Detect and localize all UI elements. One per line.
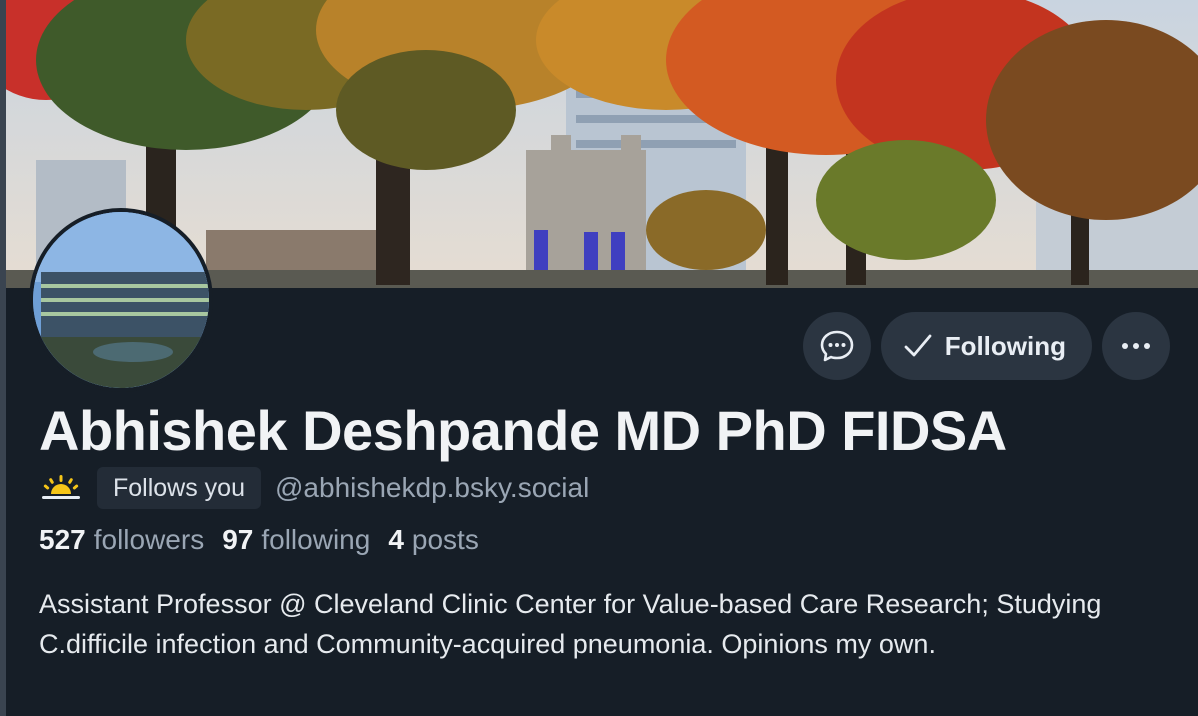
- followers-label: followers: [93, 524, 205, 555]
- check-icon: [903, 333, 933, 359]
- more-options-button[interactable]: [1102, 312, 1170, 380]
- message-button[interactable]: [802, 312, 871, 380]
- profile-meta-row: Follows you @abhishekdp.bsky.social: [39, 467, 589, 509]
- posts-stat: 4 posts: [388, 524, 479, 556]
- ellipsis-icon: [1122, 343, 1150, 349]
- following-button[interactable]: Following: [880, 312, 1092, 380]
- chat-bubble-icon: [820, 330, 853, 362]
- profile-actions: Following: [802, 312, 1170, 380]
- profile-bio: Assistant Professor @ Cleveland Clinic C…: [39, 589, 1102, 659]
- display-name: Abhishek Deshpande MD PhD FIDSA: [39, 399, 1007, 462]
- posts-label: posts: [411, 524, 479, 555]
- follows-you-badge: Follows you: [97, 467, 261, 509]
- following-stat[interactable]: 97 following: [222, 524, 370, 556]
- profile-handle[interactable]: @abhishekdp.bsky.social: [275, 472, 589, 504]
- profile-stats: 527 followers 97 following 4 posts: [39, 524, 479, 556]
- followers-count: 527: [39, 524, 86, 555]
- following-label: following: [261, 524, 371, 555]
- following-button-label: Following: [944, 330, 1066, 361]
- sunrise-icon: [39, 472, 83, 504]
- profile-avatar[interactable]: [29, 208, 213, 392]
- followers-stat[interactable]: 527 followers: [39, 524, 204, 556]
- following-count: 97: [222, 524, 254, 555]
- profile-page: Following Abhishek Deshpande MD PhD FIDS…: [0, 0, 1198, 716]
- posts-count: 4: [388, 524, 404, 555]
